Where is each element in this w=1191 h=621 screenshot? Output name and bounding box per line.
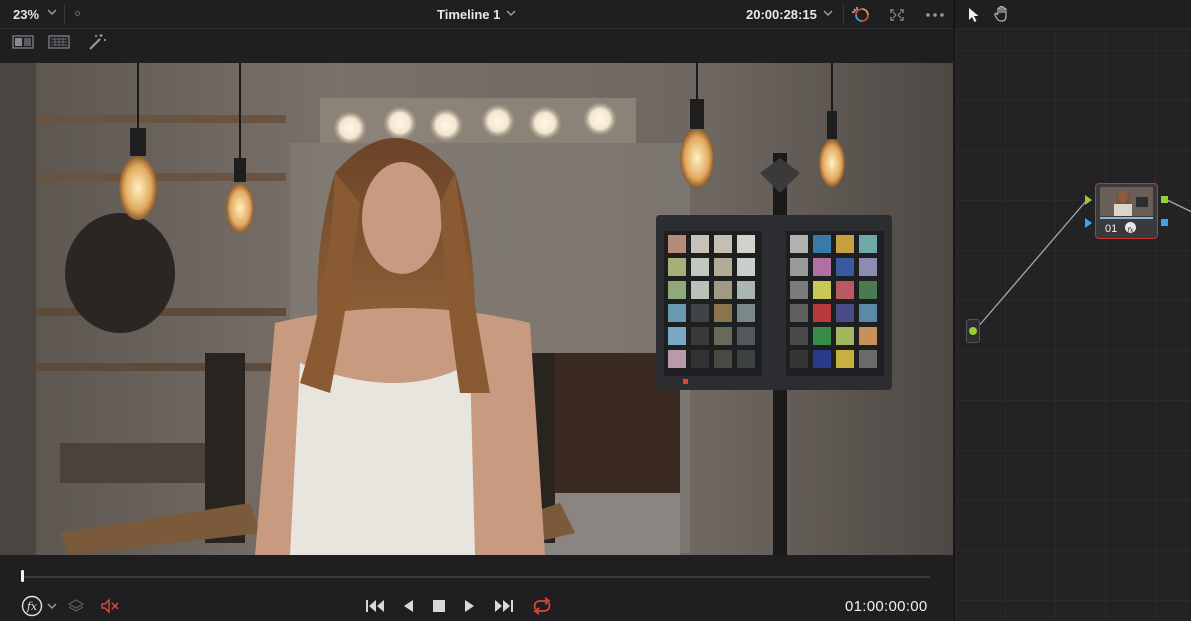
- node-progress-bar: [1100, 217, 1153, 219]
- play-reverse-icon[interactable]: [399, 596, 417, 616]
- source-timecode: 20:00:28:15: [746, 7, 817, 22]
- fullscreen-icon[interactable]: [886, 5, 908, 25]
- scrubber-track[interactable]: [22, 576, 930, 578]
- skip-to-end-icon[interactable]: [493, 596, 515, 616]
- node-editor-panel[interactable]: 01 fx: [954, 0, 1191, 621]
- node-connections: [976, 199, 1191, 329]
- video-preview[interactable]: [0, 63, 953, 555]
- corrector-node-01[interactable]: 01 fx: [1095, 183, 1158, 239]
- video-frame-image: [0, 63, 953, 555]
- playhead[interactable]: [21, 570, 24, 582]
- node-thumbnail: [1100, 187, 1153, 216]
- rgb-input-icon[interactable]: [1085, 195, 1093, 205]
- chevron-down-icon[interactable]: [822, 6, 834, 20]
- play-icon[interactable]: [461, 596, 479, 616]
- timeline-title[interactable]: Timeline 1: [437, 7, 500, 22]
- layers-icon[interactable]: [66, 596, 86, 616]
- gallery-grid-icon[interactable]: [47, 33, 71, 51]
- mute-icon[interactable]: [99, 596, 121, 616]
- more-options-icon[interactable]: [923, 5, 947, 25]
- divider: [64, 4, 65, 24]
- input-connector-icon: [969, 327, 977, 335]
- chevron-down-icon[interactable]: [46, 5, 58, 19]
- chevron-down-icon[interactable]: [505, 6, 517, 20]
- fx-icon: fx: [1125, 222, 1136, 235]
- status-dot-icon: [75, 11, 80, 16]
- chevron-down-icon[interactable]: [46, 599, 58, 613]
- node-label: 01: [1105, 223, 1118, 235]
- divider: [843, 4, 844, 24]
- split-wipe-icon[interactable]: [11, 33, 35, 51]
- loop-icon[interactable]: [530, 595, 554, 617]
- source-input-node[interactable]: [966, 319, 980, 343]
- alpha-output-icon[interactable]: [1161, 219, 1168, 226]
- viewer-header: 23% Timeline 1 20:00:28:15: [0, 0, 953, 29]
- rgb-output-icon[interactable]: [1161, 196, 1168, 203]
- viewer-toolbar: [0, 29, 953, 56]
- viewer-panel: 23% Timeline 1 20:00:28:15 fx 01:00:00:0…: [0, 0, 953, 621]
- fx-icon[interactable]: fx: [20, 594, 44, 618]
- skip-to-start-icon[interactable]: [364, 596, 386, 616]
- transport-bar: fx 01:00:00:00: [0, 556, 953, 621]
- svg-text:fx: fx: [26, 600, 38, 613]
- record-timecode: 01:00:00:00: [845, 598, 928, 615]
- zoom-level[interactable]: 23%: [13, 7, 39, 22]
- svg-text:fx: fx: [1126, 227, 1134, 235]
- magic-wand-icon[interactable]: [85, 32, 109, 52]
- highlight-wand-icon[interactable]: [850, 5, 872, 25]
- alpha-input-icon[interactable]: [1085, 218, 1093, 228]
- stop-icon[interactable]: [430, 596, 448, 616]
